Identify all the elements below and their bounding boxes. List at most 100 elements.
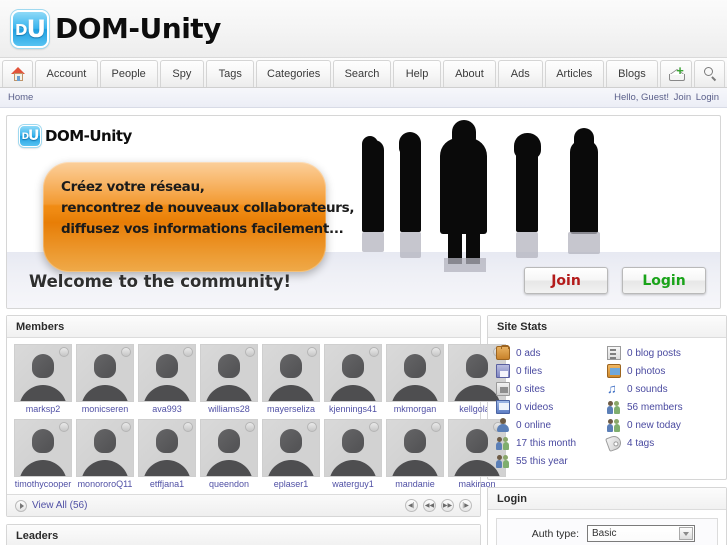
avatar[interactable] [200, 419, 258, 477]
next-page-icon[interactable]: ▶▶ [441, 499, 454, 512]
avatar[interactable] [200, 344, 258, 402]
stat-label[interactable]: 0 blog posts [627, 348, 681, 359]
member-item[interactable]: kjennings41 [324, 344, 382, 414]
header-login-link[interactable]: Login [696, 92, 719, 103]
avatar[interactable] [14, 419, 72, 477]
member-name[interactable]: williams28 [200, 404, 258, 414]
member-name[interactable]: eplaser1 [262, 479, 320, 489]
stat-label[interactable]: 56 members [627, 402, 683, 413]
member-name[interactable]: kjennings41 [324, 404, 382, 414]
prev-page-icon[interactable]: ◀◀ [423, 499, 436, 512]
stat-ads: 0 ads [496, 344, 607, 362]
nav-item-search[interactable]: Search [332, 60, 392, 87]
nav-label: Tags [218, 68, 242, 80]
member-name[interactable]: monicseren [76, 404, 134, 414]
nav-label: Articles [556, 68, 593, 80]
member-item[interactable]: mandanie [386, 419, 444, 489]
member-name[interactable]: timothycooper [14, 479, 72, 489]
avatar[interactable] [138, 419, 196, 477]
member-name[interactable]: mandanie [386, 479, 444, 489]
member-item[interactable]: etffjana1 [138, 419, 196, 489]
avatar[interactable] [386, 419, 444, 477]
nav-item-upload[interactable]: + [659, 60, 692, 87]
member-item[interactable]: mkmorgan [386, 344, 444, 414]
last-page-icon[interactable]: |▶ [459, 499, 472, 512]
member-name[interactable]: marksp2 [14, 404, 72, 414]
breadcrumb-home[interactable]: Home [8, 92, 33, 103]
nav-item-ads[interactable]: Ads [497, 60, 543, 87]
home-icon [11, 67, 25, 81]
nav-item-categories[interactable]: Categories [256, 60, 331, 87]
member-item[interactable]: monororoQ11 [76, 419, 134, 489]
member-item[interactable]: williams28 [200, 344, 258, 414]
member-name[interactable]: ava993 [138, 404, 196, 414]
nav-item-about[interactable]: About [442, 60, 496, 87]
avatar[interactable] [324, 344, 382, 402]
stat-label[interactable]: 0 sounds [627, 384, 668, 395]
first-page-icon[interactable]: ◀| [405, 499, 418, 512]
stat-members: 56 members [607, 398, 718, 416]
header-join-link[interactable]: Join [674, 92, 691, 103]
status-badge [121, 422, 131, 432]
stat-label[interactable]: 0 new today [627, 420, 681, 431]
nav-item-account[interactable]: Account [35, 60, 98, 87]
stat-label[interactable]: 0 files [516, 366, 542, 377]
stat-label[interactable]: 0 videos [516, 402, 553, 413]
status-badge [431, 422, 441, 432]
member-item[interactable]: mayerseliza [262, 344, 320, 414]
banner-logo-wordmark: DOM-Unity [45, 127, 132, 145]
members-pagination: ◀| ◀◀ ▶▶ |▶ [405, 499, 472, 512]
member-name[interactable]: waterguy1 [324, 479, 382, 489]
nav-item-tags[interactable]: Tags [206, 60, 255, 87]
avatar[interactable] [262, 344, 320, 402]
breadcrumb: Home Hello, Guest! Join Login [0, 88, 727, 108]
chevron-down-icon[interactable] [679, 527, 693, 540]
nav-label: Search [344, 68, 380, 80]
view-all-members-link[interactable]: View All (56) [15, 499, 87, 512]
site-stats-left-column: 0 ads 0 files 0 sites 0 videos 0 online … [496, 344, 607, 470]
avatar[interactable] [386, 344, 444, 402]
status-badge [307, 347, 317, 357]
avatar[interactable] [138, 344, 196, 402]
stat-label[interactable]: 55 this year [516, 456, 568, 467]
login-button[interactable]: Login [622, 267, 706, 294]
nav-item-home[interactable] [2, 60, 34, 87]
join-button[interactable]: Join [524, 267, 608, 294]
member-item[interactable]: ava993 [138, 344, 196, 414]
auth-type-select[interactable]: Basic [587, 525, 695, 542]
avatar[interactable] [262, 419, 320, 477]
member-item[interactable]: queendon [200, 419, 258, 489]
stat-label[interactable]: 17 this month [516, 438, 576, 449]
stat-label[interactable]: 0 ads [516, 348, 540, 359]
site-logo[interactable]: DU DOM-Unity [11, 9, 221, 48]
member-name[interactable]: etffjana1 [138, 479, 196, 489]
nav-item-people[interactable]: People [99, 60, 158, 87]
member-item[interactable]: eplaser1 [262, 419, 320, 489]
avatar[interactable] [76, 419, 134, 477]
member-name[interactable]: monororoQ11 [76, 479, 134, 489]
nav-item-articles[interactable]: Articles [544, 60, 604, 87]
member-item[interactable]: marksp2 [14, 344, 72, 414]
stat-blog-posts: 0 blog posts [607, 344, 718, 362]
nav-item-search-icon[interactable] [693, 60, 725, 87]
stat-label[interactable]: 0 online [516, 420, 551, 431]
member-item[interactable]: waterguy1 [324, 419, 382, 489]
member-name[interactable]: queendon [200, 479, 258, 489]
status-badge [307, 422, 317, 432]
stat-label[interactable]: 0 sites [516, 384, 545, 395]
member-name[interactable]: mayerseliza [262, 404, 320, 414]
avatar[interactable] [324, 419, 382, 477]
member-name[interactable]: mkmorgan [386, 404, 444, 414]
avatar[interactable] [76, 344, 134, 402]
site-header: DU DOM-Unity [0, 0, 727, 58]
stat-label[interactable]: 0 photos [627, 366, 665, 377]
site-stats-right-column: 0 blog posts 0 photos ♫ 0 sounds 56 membe… [605, 344, 718, 470]
stat-label[interactable]: 4 tags [627, 438, 654, 449]
member-item[interactable]: monicseren [76, 344, 134, 414]
member-item[interactable]: timothycooper [14, 419, 72, 489]
nav-item-help[interactable]: Help [393, 60, 441, 87]
nav-item-spy[interactable]: Spy [159, 60, 205, 87]
nav-item-blogs[interactable]: Blogs [605, 60, 658, 87]
auth-type-row: Auth type: Basic [497, 519, 717, 545]
avatar[interactable] [14, 344, 72, 402]
